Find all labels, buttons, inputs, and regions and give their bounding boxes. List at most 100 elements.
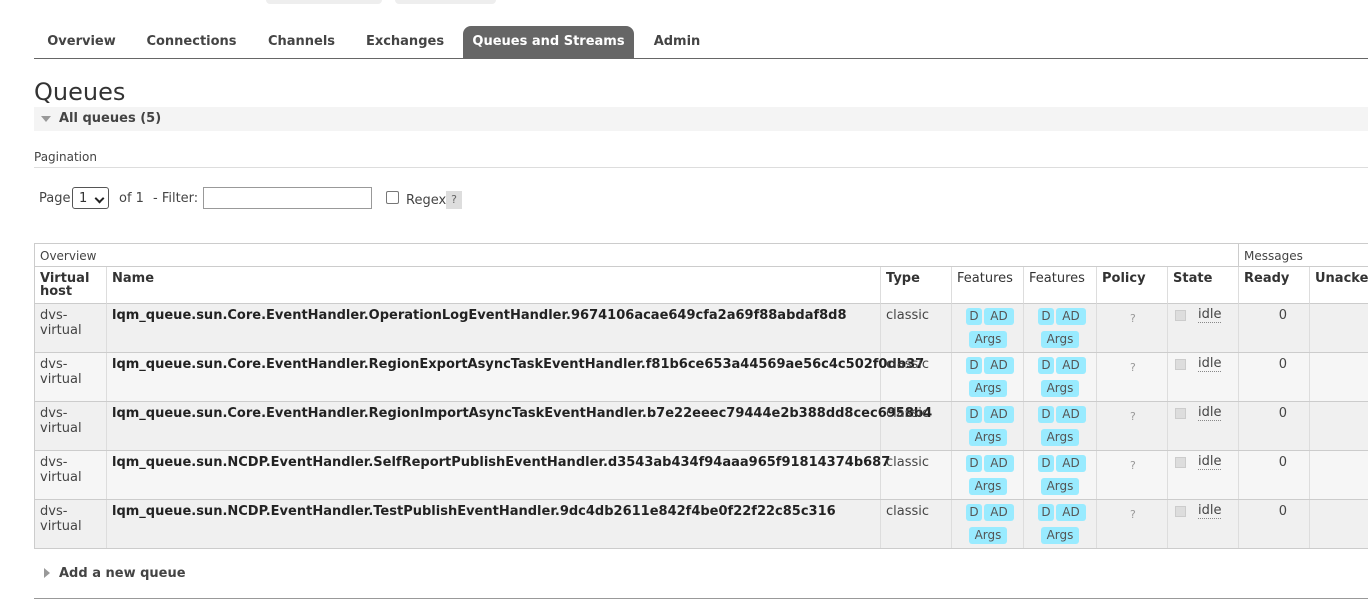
- cell-state: idle: [1168, 402, 1239, 450]
- col-name[interactable]: Name: [107, 267, 881, 304]
- cell-name: lqm_queue.sun.Core.EventHandler.RegionEx…: [107, 353, 924, 401]
- filter-label: - Filter:: [153, 191, 199, 206]
- type-value: classic: [886, 357, 930, 372]
- top-control-1: [266, 0, 382, 4]
- col-virtual-host-label: Virtual host: [40, 271, 90, 299]
- cell-feat2: D AD Args: [1024, 451, 1097, 499]
- ready-count: 0: [1278, 357, 1287, 372]
- regex-checkbox[interactable]: [386, 191, 399, 204]
- state-indicator-icon: [1175, 506, 1186, 517]
- virtual-host-value: dvs-virtual: [40, 406, 82, 436]
- durable-badge: D: [1038, 357, 1054, 374]
- tab-queues-and-streams[interactable]: Queues and Streams: [463, 26, 634, 58]
- queue-name-link[interactable]: lqm_queue.sun.NCDP.EventHandler.TestPubl…: [112, 504, 836, 519]
- cell-type: classic: [881, 451, 952, 499]
- cell-type: classic: [881, 353, 952, 401]
- state-indicator-icon: [1175, 457, 1186, 468]
- durable-badge: D: [1038, 455, 1054, 472]
- col-state-label: State: [1173, 271, 1213, 286]
- tab-exchanges[interactable]: Exchanges: [354, 26, 456, 58]
- table-row[interactable]: dvs-virtual lqm_queue.sun.Core.EventHandl…: [35, 304, 1368, 353]
- col-ready[interactable]: Ready: [1239, 267, 1310, 304]
- col-type[interactable]: Type: [881, 267, 952, 304]
- durable-badge: D: [1038, 308, 1054, 325]
- page-select[interactable]: 1: [72, 187, 109, 209]
- ready-count: 0: [1278, 504, 1287, 519]
- args-badge: Args: [969, 331, 1007, 348]
- type-value: classic: [886, 308, 930, 323]
- state-value: idle: [1198, 454, 1222, 470]
- state-value: idle: [1198, 356, 1222, 372]
- cell-unacked: [1310, 451, 1368, 499]
- col-policy[interactable]: Policy: [1097, 267, 1168, 304]
- col-virtual-host[interactable]: Virtual host: [35, 267, 107, 304]
- page-label: Page: [39, 191, 71, 206]
- cell-unacked: [1310, 500, 1368, 548]
- queue-name-link[interactable]: lqm_queue.sun.Core.EventHandler.RegionIm…: [112, 406, 932, 421]
- table-row[interactable]: dvs-virtual lqm_queue.sun.Core.EventHandl…: [35, 353, 1368, 402]
- regex-help-icon[interactable]: ?: [446, 191, 462, 209]
- overview-group-label: Overview: [40, 249, 97, 263]
- durable-badge: D: [1038, 504, 1054, 521]
- args-badge: Args: [969, 527, 1007, 544]
- cell-policy: ?: [1097, 500, 1168, 548]
- type-value: classic: [886, 455, 930, 470]
- queue-name-link[interactable]: lqm_queue.sun.Core.EventHandler.Operatio…: [112, 308, 847, 323]
- virtual-host-value: dvs-virtual: [40, 308, 82, 338]
- auto-delete-badge: AD: [1056, 455, 1086, 472]
- cell-feat2: D AD Args: [1024, 353, 1097, 401]
- table-row[interactable]: dvs-virtual lqm_queue.sun.NCDP.EventHandl…: [35, 500, 1368, 549]
- cell-policy: ?: [1097, 402, 1168, 450]
- queues-table: Overview Messages Virtual host Name Type…: [34, 243, 1368, 549]
- cell-state: idle: [1168, 304, 1239, 352]
- ready-count: 0: [1278, 308, 1287, 323]
- col-unacked-label: Unacked: [1315, 271, 1368, 286]
- args-badge: Args: [969, 478, 1007, 495]
- cell-feat1: D AD Args: [952, 304, 1024, 352]
- tab-channels[interactable]: Channels: [254, 26, 349, 58]
- cell-name: lqm_queue.sun.NCDP.EventHandler.SelfRepo…: [107, 451, 890, 499]
- all-queues-section-toggle[interactable]: All queues (5): [34, 107, 1368, 131]
- durable-badge: D: [1038, 406, 1054, 423]
- cell-name: lqm_queue.sun.Core.EventHandler.RegionIm…: [107, 402, 932, 450]
- messages-group-label: Messages: [1244, 249, 1303, 263]
- section-title: All queues (5): [59, 111, 162, 126]
- policy-value: ?: [1130, 410, 1136, 423]
- col-type-label: Type: [886, 271, 920, 286]
- table-row[interactable]: dvs-virtual lqm_queue.sun.Core.EventHandl…: [35, 402, 1368, 451]
- args-badge: Args: [1041, 429, 1079, 446]
- state-value: idle: [1198, 503, 1222, 519]
- tab-admin[interactable]: Admin: [641, 26, 713, 58]
- col-state[interactable]: State: [1168, 267, 1239, 304]
- filter-input[interactable]: [203, 187, 372, 209]
- auto-delete-badge: AD: [984, 504, 1014, 521]
- cell-name: lqm_queue.sun.Core.EventHandler.Operatio…: [107, 304, 881, 352]
- tab-overview[interactable]: Overview: [34, 26, 129, 58]
- cell-vhost: dvs-virtual: [35, 500, 107, 548]
- chevron-down-icon: [94, 193, 105, 204]
- virtual-host-value: dvs-virtual: [40, 504, 82, 534]
- cell-feat1: D AD Args: [952, 500, 1024, 548]
- table-row[interactable]: dvs-virtual lqm_queue.sun.NCDP.EventHandl…: [35, 451, 1368, 500]
- auto-delete-badge: AD: [1056, 308, 1086, 325]
- cell-unacked: [1310, 353, 1368, 401]
- cell-feat2: D AD Args: [1024, 304, 1097, 352]
- state-indicator-icon: [1175, 359, 1186, 370]
- queue-name-link[interactable]: lqm_queue.sun.NCDP.EventHandler.SelfRepo…: [112, 455, 890, 470]
- state-value: idle: [1198, 307, 1222, 323]
- expand-arrow-icon: [44, 568, 50, 578]
- cell-ready: 0: [1239, 304, 1310, 352]
- pagination-divider: [34, 167, 1368, 168]
- auto-delete-badge: AD: [984, 357, 1014, 374]
- tab-connections[interactable]: Connections: [134, 26, 249, 58]
- cell-type: classic: [881, 402, 952, 450]
- auto-delete-badge: AD: [1056, 357, 1086, 374]
- queue-name-link[interactable]: lqm_queue.sun.Core.EventHandler.RegionEx…: [112, 357, 924, 372]
- auto-delete-badge: AD: [1056, 504, 1086, 521]
- durable-badge: D: [966, 406, 982, 423]
- top-control-2: [395, 0, 496, 4]
- args-badge: Args: [1041, 478, 1079, 495]
- virtual-host-value: dvs-virtual: [40, 357, 82, 387]
- cell-state: idle: [1168, 500, 1239, 548]
- col-unacked[interactable]: Unacked: [1310, 267, 1368, 304]
